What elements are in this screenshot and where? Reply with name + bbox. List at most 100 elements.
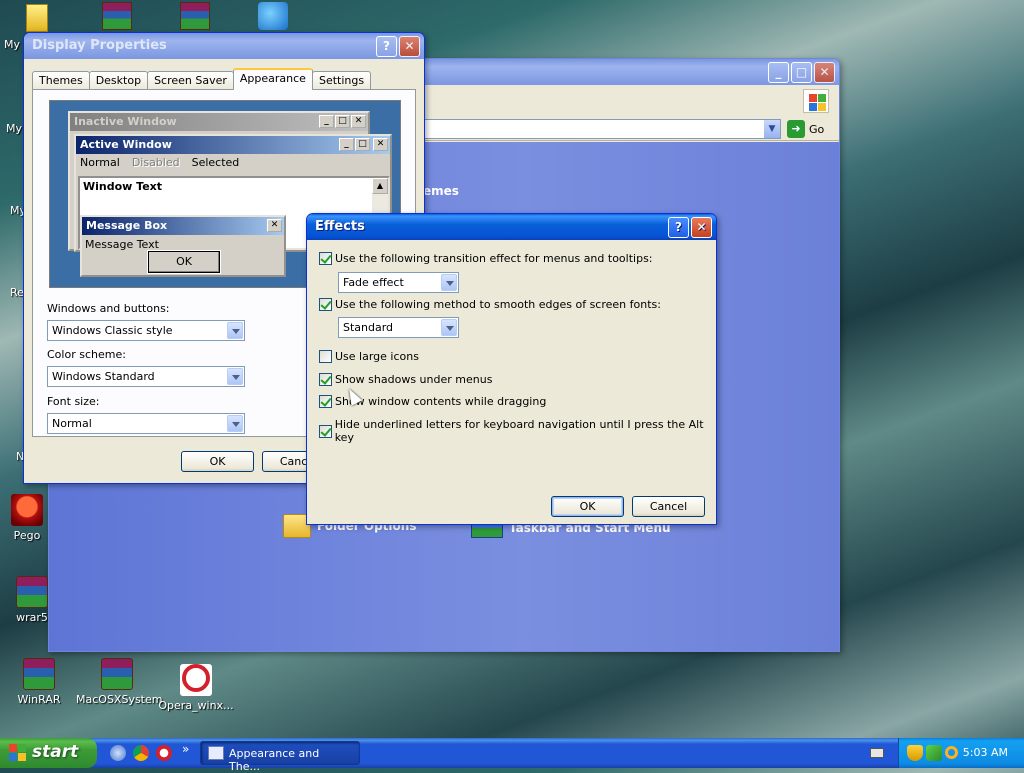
preview-message-box: Message Box ✕ Message Text OK: [80, 215, 286, 277]
checkbox-hide-underlines[interactable]: Hide underlined letters for keyboard nav…: [319, 418, 716, 444]
transition-effect-select[interactable]: Fade effect: [338, 272, 459, 293]
desktop-icon-macosxsystem[interactable]: MacOSXSystem: [76, 658, 163, 706]
go-arrow-icon: ➜: [787, 120, 805, 138]
font-smoothing-select[interactable]: Standard: [338, 317, 459, 338]
transition-effect-value: Fade effect: [343, 276, 404, 289]
font-size-select[interactable]: Normal: [47, 413, 245, 434]
preview-menu-disabled: Disabled: [131, 156, 180, 169]
security-shield-icon[interactable]: [907, 745, 923, 761]
quicklaunch-more-button[interactable]: »: [182, 742, 189, 756]
winrar-icon: [23, 658, 55, 690]
checkbox-label: Hide underlined letters for keyboard nav…: [334, 418, 704, 444]
chevron-down-icon[interactable]: [227, 322, 243, 339]
close-button[interactable]: ✕: [399, 36, 420, 57]
network-icon[interactable]: [926, 745, 942, 761]
checkbox-label: Use the following method to smooth edges…: [335, 298, 661, 311]
preview-message-title-text: Message Box: [86, 219, 168, 232]
taskbar: start » Appearance and The... 5:03 AM: [0, 738, 1024, 773]
clock[interactable]: 5:03 AM: [963, 746, 1008, 759]
chevron-down-icon[interactable]: [227, 368, 243, 385]
start-button[interactable]: start: [0, 738, 97, 768]
close-icon: ✕: [373, 138, 388, 151]
chevron-down-icon[interactable]: [441, 319, 457, 336]
window-icon: [208, 746, 224, 760]
help-button[interactable]: ?: [376, 36, 397, 57]
pego-icon: [11, 494, 43, 526]
winrar-icon: [16, 576, 48, 608]
preview-menu-selected: Selected: [191, 156, 240, 169]
minimize-icon: _: [319, 115, 334, 128]
effects-titlebar[interactable]: Effects ? ✕: [307, 214, 716, 240]
checkbox-box[interactable]: [319, 395, 332, 408]
help-button[interactable]: ?: [668, 217, 689, 238]
taskbar-item-label: Appearance and The...: [229, 747, 320, 773]
checkbox-box[interactable]: [319, 350, 332, 363]
tab-desktop[interactable]: Desktop: [88, 71, 149, 90]
color-scheme-select[interactable]: Windows Standard: [47, 366, 245, 387]
windows-logo-icon: [9, 744, 27, 762]
chevron-down-icon[interactable]: ▼: [764, 120, 780, 138]
checkbox-box[interactable]: [319, 424, 332, 438]
preview-menu: Normal Disabled Selected: [76, 154, 390, 171]
windows-logo-icon: [803, 89, 829, 113]
globe-icon[interactable]: [258, 2, 288, 30]
checkbox-large-icons[interactable]: Use large icons: [319, 350, 419, 363]
system-tray: 5:03 AM: [898, 738, 1024, 768]
maximize-icon: □: [335, 115, 350, 128]
close-button[interactable]: ✕: [691, 217, 712, 238]
tab-appearance[interactable]: Appearance: [232, 68, 313, 90]
windows-buttons-select[interactable]: Windows Classic style: [47, 320, 245, 341]
checkbox-transition-effect[interactable]: Use the following transition effect for …: [319, 252, 653, 265]
minimize-icon: _: [339, 138, 354, 151]
desktop-icon-pego[interactable]: Pego: [2, 494, 52, 542]
close-icon: ✕: [351, 115, 366, 128]
cancel-button[interactable]: Cancel: [632, 496, 705, 517]
keyboard-icon[interactable]: [870, 748, 884, 758]
checkbox-box[interactable]: [319, 252, 332, 265]
chrome-icon[interactable]: [133, 745, 149, 761]
checkbox-menu-shadows[interactable]: Show shadows under menus: [319, 373, 492, 386]
chevron-down-icon[interactable]: [227, 415, 243, 432]
start-label: start: [32, 742, 79, 762]
folder-icon[interactable]: [26, 4, 48, 32]
tab-themes[interactable]: Themes: [32, 71, 90, 90]
display-properties-titlebar[interactable]: Display Properties ? ✕: [24, 33, 424, 59]
taskbar-item-appearance-themes[interactable]: Appearance and The...: [200, 741, 360, 773]
effects-dialog: Effects ? ✕ Use the following transition…: [306, 213, 717, 525]
winrar-icon[interactable]: [180, 2, 210, 30]
preview-active-title-text: Active Window: [80, 138, 172, 151]
color-scheme-value: Windows Standard: [52, 370, 155, 383]
checkbox-label: Show window contents while dragging: [335, 395, 547, 408]
opera-icon[interactable]: [156, 745, 172, 761]
close-button[interactable]: ✕: [814, 62, 835, 83]
scroll-up-icon: ▲: [372, 178, 388, 194]
window-title: Display Properties: [32, 38, 167, 53]
maximize-button[interactable]: □: [791, 62, 812, 83]
ok-button[interactable]: OK: [551, 496, 624, 517]
search-icon[interactable]: [945, 746, 958, 759]
font-smoothing-value: Standard: [343, 321, 394, 334]
winrar-icon[interactable]: [102, 2, 132, 30]
desktop-label-my-computer[interactable]: My: [6, 122, 22, 135]
checkbox-box[interactable]: [319, 298, 332, 311]
font-size-label: Font size:: [47, 395, 100, 408]
show-desktop-icon[interactable]: [110, 745, 126, 761]
checkbox-label: Use the following transition effect for …: [335, 252, 653, 265]
ok-button[interactable]: OK: [181, 451, 254, 472]
checkbox-box[interactable]: [319, 373, 332, 386]
preview-inactive-title-text: Inactive Window: [74, 115, 177, 128]
tab-settings[interactable]: Settings: [311, 71, 372, 90]
chevron-down-icon[interactable]: [441, 274, 457, 291]
category-heading: emes: [423, 184, 459, 198]
desktop-icon-label: Pego: [13, 529, 41, 542]
go-button[interactable]: ➜ Go: [787, 119, 824, 139]
go-label: Go: [809, 122, 825, 136]
desktop-icon-opera[interactable]: Opera_winx...: [158, 658, 234, 712]
desktop-icon-label: MacOSXSystem: [76, 693, 163, 706]
tab-screen-saver[interactable]: Screen Saver: [147, 71, 234, 90]
preview-window-text: Window Text: [83, 180, 163, 193]
minimize-button[interactable]: _: [768, 62, 789, 83]
desktop-label-recycle-bin[interactable]: Re: [10, 286, 24, 299]
checkbox-smooth-fonts[interactable]: Use the following method to smooth edges…: [319, 298, 661, 311]
desktop-icon-winrar[interactable]: WinRAR: [4, 658, 74, 706]
